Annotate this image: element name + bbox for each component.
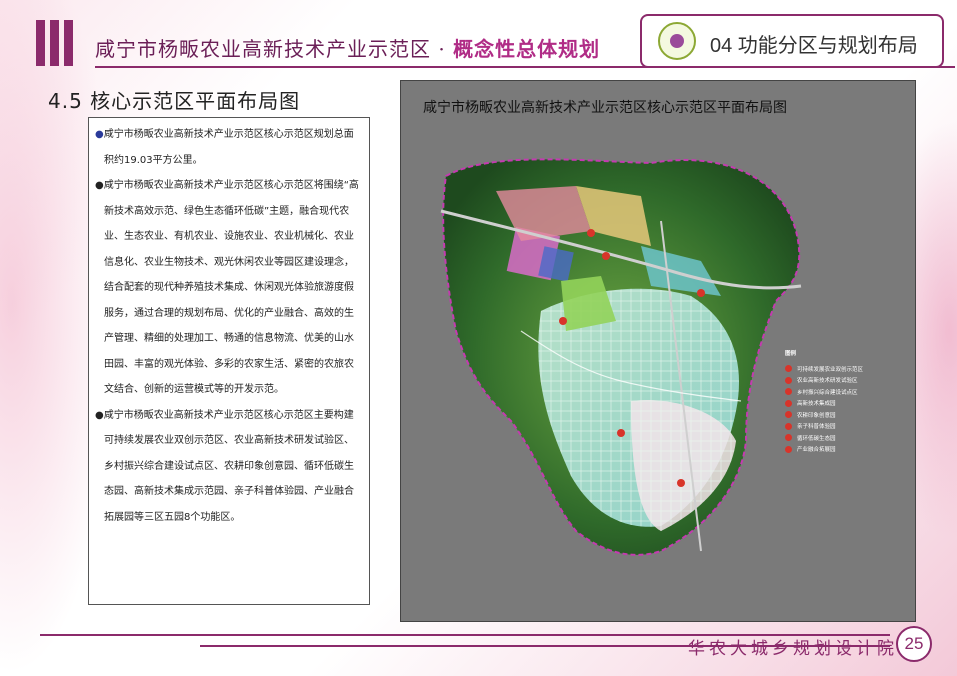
legend-label: 农耕印象创意园 — [797, 412, 836, 419]
section-title: 4.5 核心示范区平面布局图 — [48, 89, 301, 113]
legend-label: 高新技术集成园 — [797, 401, 836, 408]
institute-name: 华农大城乡规划设计院 — [688, 639, 898, 659]
legend-item: 农业高新技术研发试验区 — [785, 375, 863, 387]
chapter-badge: 04 功能分区与规划布局 — [640, 14, 944, 68]
description-panel: ●咸宁市杨畈农业高新技术产业示范区核心示范区规划总面积约19.03平方公里。 ●… — [88, 117, 370, 605]
chapter-label: 04 功能分区与规划布局 — [710, 35, 918, 57]
legend-label: 亲子科普体验园 — [797, 424, 836, 431]
legend-marker-icon — [785, 445, 792, 453]
legend-marker-icon — [785, 422, 792, 430]
legend-item: 乡村振兴综合建设试点区 — [785, 386, 863, 398]
paragraph-text: 咸宁市杨畈农业高新技术产业示范区核心示范区将围绕“高新技术高效示范、绿色生态循环… — [103, 180, 359, 395]
paragraph-2: ●咸宁市杨畈农业高新技术产业示范区核心示范区将围绕“高新技术高效示范、绿色生态循… — [95, 173, 363, 403]
legend-label: 循环低碳生态园 — [797, 435, 836, 442]
paragraph-text: 咸宁市杨畈农业高新技术产业示范区核心示范区规划总面积约19.03平方公里。 — [103, 129, 354, 166]
legend-marker-icon — [785, 434, 792, 442]
document-title-main: 咸宁市杨畈农业高新技术产业示范区 · — [95, 37, 454, 61]
map-legend: 图例 可持续发展农业双创示范区 农业高新技术研发试验区 乡村振兴综合建设试点区 … — [785, 349, 863, 455]
legend-item: 农耕印象创意园 — [785, 409, 863, 421]
bullet-icon: ● — [95, 409, 104, 421]
flower-logo-icon — [658, 22, 696, 60]
header-bars-icon — [36, 20, 73, 66]
bullet-icon: ● — [95, 129, 104, 140]
legend-item: 高新技术集成园 — [785, 398, 863, 410]
paragraph-text: 咸宁市杨畈农业高新技术产业示范区核心示范区主要构建可持续发展农业双创示范区、农业… — [103, 409, 354, 523]
legend-title: 图例 — [785, 351, 797, 357]
plan-map-panel: 咸宁市杨畈农业高新技术产业示范区核心示范区平面布局图 图例 可持续发展农业双创示… — [400, 80, 916, 622]
bullet-icon: ● — [95, 180, 104, 191]
legend-label: 可持续发展农业双创示范区 — [797, 366, 864, 373]
legend-label: 农业高新技术研发试验区 — [797, 378, 858, 385]
paragraph-1: ●咸宁市杨畈农业高新技术产业示范区核心示范区规划总面积约19.03平方公里。 — [95, 122, 363, 173]
page-number: 25 — [896, 626, 932, 662]
legend-item: 产业融合拓展园 — [785, 444, 863, 456]
legend-marker-icon — [785, 376, 792, 384]
paragraph-3: ●咸宁市杨畈农业高新技术产业示范区核心示范区主要构建可持续发展农业双创示范区、农… — [95, 403, 363, 531]
legend-label: 乡村振兴综合建设试点区 — [797, 389, 858, 396]
legend-label: 产业融合拓展园 — [797, 447, 836, 454]
map-title: 咸宁市杨畈农业高新技术产业示范区核心示范区平面布局图 — [423, 100, 787, 116]
legend-marker-icon — [785, 399, 792, 407]
legend-marker-icon — [785, 411, 792, 419]
legend-item: 循环低碳生态园 — [785, 432, 863, 444]
legend-marker-icon — [785, 365, 792, 373]
document-title-sub: 概念性总体规划 — [453, 37, 601, 61]
legend-marker-icon — [785, 388, 792, 396]
document-title: 咸宁市杨畈农业高新技术产业示范区 · 概念性总体规划 — [95, 33, 600, 62]
legend-item: 亲子科普体验园 — [785, 421, 863, 433]
legend-item: 可持续发展农业双创示范区 — [785, 363, 863, 375]
